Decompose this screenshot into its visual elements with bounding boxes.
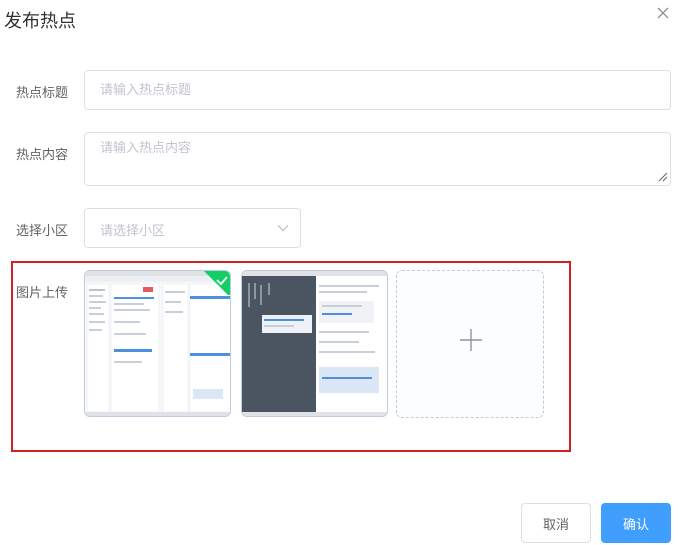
upload-add-button[interactable] <box>396 270 544 418</box>
content-label: 热点内容 <box>16 148 69 163</box>
cancel-button[interactable]: 取消 <box>521 503 591 543</box>
confirm-button[interactable]: 确认 <box>601 503 671 543</box>
community-select-placeholder: 请选择小区 <box>100 224 166 239</box>
community-label: 选择小区 <box>16 224 69 239</box>
title-input[interactable] <box>84 70 671 110</box>
uploaded-image-1[interactable] <box>84 270 231 417</box>
close-icon <box>657 7 669 19</box>
close-button[interactable] <box>656 6 670 20</box>
uploaded-image-2-preview <box>242 271 387 416</box>
dialog-title: 发布热点 <box>4 11 76 32</box>
chevron-down-icon <box>277 225 289 232</box>
resize-grip-icon[interactable] <box>658 172 668 182</box>
upload-success-badge <box>204 271 230 295</box>
title-label: 热点标题 <box>16 86 69 101</box>
upload-label: 图片上传 <box>16 286 69 301</box>
community-select[interactable]: 请选择小区 <box>84 208 301 248</box>
uploaded-image-2[interactable] <box>241 270 388 417</box>
plus-icon <box>460 329 482 351</box>
content-textarea[interactable] <box>84 132 671 186</box>
